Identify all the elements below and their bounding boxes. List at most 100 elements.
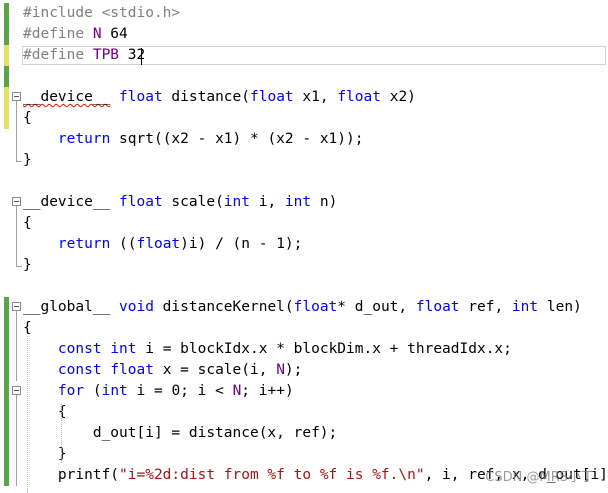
code-line[interactable]: #define N 64 (0, 24, 608, 45)
code-line[interactable]: return sqrt((x2 - x1) * (x2 - x1)); (0, 129, 608, 150)
code-line[interactable]: #define TPB 32 (0, 45, 608, 66)
collapse-icon[interactable] (12, 302, 21, 311)
fold-guide (16, 465, 17, 486)
fold-guide (16, 444, 17, 465)
code-token: float (119, 89, 163, 105)
fold-guide (16, 234, 17, 255)
change-marker (4, 360, 9, 381)
collapse-icon[interactable] (12, 197, 21, 206)
fold-guide (16, 213, 17, 234)
fold-guide (16, 129, 17, 150)
code-token: TPB (92, 47, 120, 63)
code-token: } (23, 152, 32, 168)
code-editor[interactable]: #include <stdio.h> #define N 64 #define TP… (0, 0, 608, 493)
code-text: { (23, 108, 32, 129)
code-line[interactable]: #include <stdio.h> (0, 3, 608, 24)
code-token: #define (23, 47, 93, 63)
code-token: 32 (119, 47, 146, 63)
code-token: int (101, 383, 128, 399)
code-token: __device__ (23, 194, 120, 210)
fold-guide (16, 101, 17, 108)
code-text: const float x = scale(i, N); (23, 360, 302, 381)
code-text: for (int i = 0; i < N; i++) (23, 381, 294, 402)
change-marker (4, 66, 9, 87)
code-line[interactable]: __global__ void distanceKernel(float* d_… (0, 297, 608, 318)
fold-guide (16, 395, 17, 402)
code-token: distanceKernel( (153, 299, 294, 315)
fold-guide-end (16, 266, 22, 267)
code-token: { (23, 110, 32, 126)
code-token: n) (311, 194, 338, 210)
change-marker (4, 381, 9, 402)
code-line[interactable]: { (0, 108, 608, 129)
collapse-icon[interactable] (12, 92, 21, 101)
fold-guide-end (16, 161, 22, 162)
code-token: "i=%2d:dist from %f to %f is %f.\n" (119, 467, 425, 483)
code-token: float (293, 299, 338, 315)
fold-guide (16, 339, 17, 360)
code-token: int (511, 299, 539, 315)
code-token: N (276, 362, 285, 378)
code-token: const (57, 341, 102, 357)
code-text: #define N 64 (23, 24, 128, 45)
code-text: return ((float)i) / (n - 1); (23, 234, 302, 255)
code-token: N (92, 26, 102, 42)
change-marker (4, 3, 9, 24)
code-token: __global__ (23, 299, 120, 315)
code-line[interactable] (0, 66, 608, 87)
code-token: ref, (459, 299, 512, 315)
code-line[interactable]: __device__ float distance(float x1, floa… (0, 87, 608, 108)
code-token: const (57, 362, 102, 378)
code-token: N (232, 383, 242, 399)
collapse-icon[interactable] (12, 386, 21, 395)
change-marker (4, 24, 9, 45)
code-line[interactable]: } (0, 255, 608, 276)
fold-guide (16, 360, 17, 381)
code-token: } (23, 257, 32, 273)
code-token: { (23, 320, 32, 336)
fold-guide (16, 150, 17, 161)
fold-guide (16, 108, 17, 129)
code-token: #include <stdio.h> (23, 5, 181, 21)
code-line[interactable] (0, 276, 608, 297)
code-token: x = scale(i, (153, 362, 277, 378)
code-line[interactable]: } (0, 150, 608, 171)
code-line[interactable] (0, 171, 608, 192)
code-line[interactable]: { (0, 318, 608, 339)
code-token: float (415, 299, 460, 315)
code-line[interactable]: d_out[i] = distance(x, ref); (0, 423, 608, 444)
code-line[interactable]: return ((float)i) / (n - 1); (0, 234, 608, 255)
change-marker (4, 465, 9, 486)
code-text: __global__ void distanceKernel(float* d_… (23, 297, 582, 318)
code-token: i = blockIdx.x * blockDim.x + threadIdx.… (136, 341, 512, 357)
code-line[interactable]: const int i = blockIdx.x * blockDim.x + … (0, 339, 608, 360)
code-text: d_out[i] = distance(x, ref); (23, 423, 337, 444)
code-line[interactable]: __device__ float scale(int i, int n) (0, 192, 608, 213)
code-line[interactable]: const float x = scale(i, N); (0, 360, 608, 381)
code-text: return sqrt((x2 - x1) * (x2 - x1)); (23, 129, 364, 150)
code-token: void (119, 299, 154, 315)
code-text: } (23, 150, 32, 171)
code-token: { (23, 215, 32, 231)
code-token: float (136, 236, 181, 252)
code-token: * d_out, (337, 299, 416, 315)
code-line[interactable]: { (0, 213, 608, 234)
code-text: { (23, 213, 32, 234)
code-token: float (337, 89, 381, 105)
change-marker (4, 339, 9, 360)
code-line[interactable]: for (int i = 0; i < N; i++) (0, 381, 608, 402)
indent-guide (61, 404, 62, 463)
fold-guide (16, 402, 17, 423)
code-token: float (119, 194, 163, 210)
code-token: int (223, 194, 250, 210)
code-line[interactable]: } (0, 444, 608, 465)
code-token: #define (23, 26, 93, 42)
code-token: float (250, 89, 294, 105)
code-token: return (57, 236, 111, 252)
code-line[interactable]: { (0, 402, 608, 423)
